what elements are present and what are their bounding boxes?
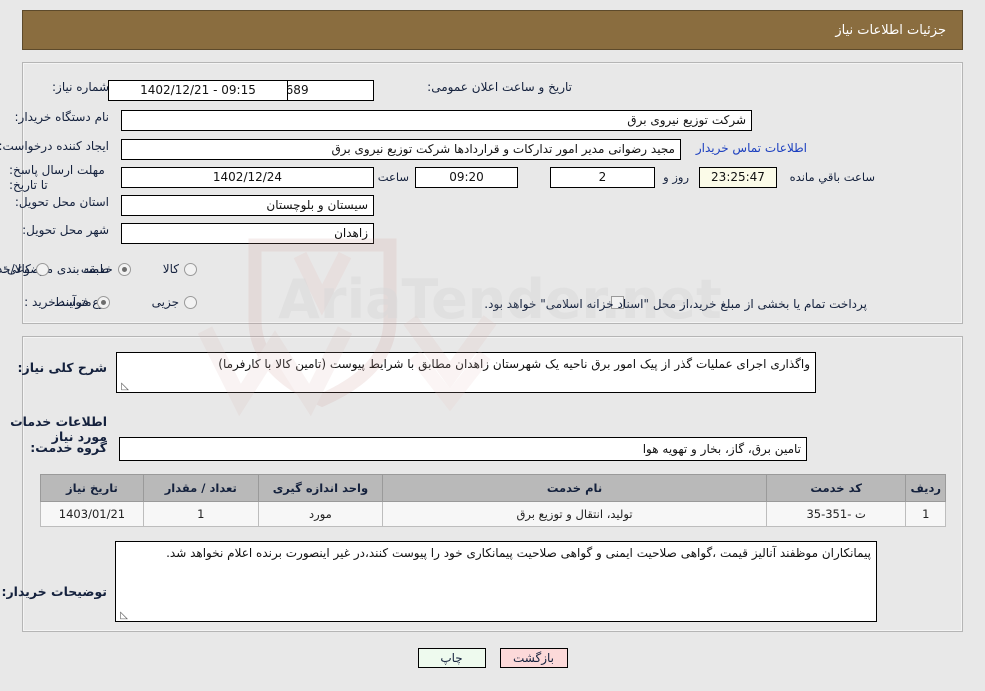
category-option-label: خدمت [80, 262, 113, 276]
table-column-header: نام خدمت [382, 474, 767, 502]
city-field[interactable]: زاهدان [121, 223, 374, 244]
resize-grip-icon[interactable]: ◺ [119, 382, 129, 392]
process-type-option-label: متوسط [53, 295, 92, 309]
table-column-header: ردیف [905, 474, 946, 502]
requester-row: ایجاد کننده درخواست: [0, 139, 109, 153]
radio-button-icon[interactable] [184, 262, 197, 276]
summary-text: واگذاری اجرای عملیات گذر از پیک امور برق… [218, 357, 810, 371]
table-cell-quantity: 1 [142, 501, 259, 527]
city-row: شهر محل تحویل: [22, 223, 109, 237]
process-type-option-0[interactable]: جزیی [152, 295, 197, 309]
requester-label: ایجاد کننده درخواست: [0, 139, 109, 153]
buyer-notes-label: توضیحات خریدار: [1, 584, 107, 599]
summary-textarea[interactable]: واگذاری اجرای عملیات گذر از پیک امور برق… [116, 352, 816, 393]
category-option-label: کالا/خدمت [0, 262, 31, 276]
service-group-label: گروه خدمت: [30, 440, 107, 455]
announce-datetime-row: تاریخ و ساعت اعلان عمومی: [427, 80, 572, 94]
hour-label: ساعت [377, 170, 409, 184]
treasury-note-label: پرداخت تمام یا بخشی از مبلغ خرید،از محل … [484, 297, 867, 311]
buyer-contact-link[interactable]: اطلاعات تماس خریدار [696, 141, 807, 155]
table-column-header: تاریخ نیاز [40, 474, 144, 502]
remaining-days-field[interactable]: 2 [550, 167, 655, 188]
deadline-time-field[interactable]: 09:20 [415, 167, 518, 188]
table-cell-service-name: تولید، انتقال و توزیع برق [382, 501, 767, 527]
category-radio-group[interactable]: کالا خدمت کالا/خدمت [0, 262, 197, 276]
buyer-org-field[interactable]: شرکت توزیع نیروی برق [121, 110, 752, 131]
deadline-label: مهلت ارسال پاسخ: تا تاریخ: [9, 163, 105, 192]
summary-label: شرح کلی نیاز: [17, 360, 107, 375]
buyer-org-row: نام دستگاه خریدار: [15, 110, 110, 124]
province-label: استان محل تحویل: [14, 195, 109, 209]
buyer-notes-text: پیمانکاران موظفند آنالیز قیمت ،گواهی صلا… [166, 546, 871, 560]
province-field[interactable]: سیستان و بلوچستان [121, 195, 374, 216]
table-column-header: تعداد / مقدار [142, 474, 259, 502]
table-header-row: ردیف کد خدمت نام خدمت واحد اندازه گیری تعداد… [40, 474, 946, 502]
radio-button-icon[interactable] [184, 295, 197, 309]
need-number-row: شماره نیاز: [52, 80, 109, 94]
province-row: استان محل تحویل: [15, 195, 109, 209]
city-label: شهر محل تحویل: [22, 223, 109, 237]
table-column-header: واحد اندازه گیری [257, 474, 384, 502]
service-group-field[interactable]: تامین برق، گاز، بخار و تهویه هوا [119, 437, 807, 461]
remaining-time-field: 23:25:47 [699, 167, 777, 188]
announce-datetime-label: تاریخ و ساعت اعلان عمومی: [427, 80, 572, 94]
service-table: ردیف کد خدمت نام خدمت واحد اندازه گیری تعداد… [40, 474, 946, 527]
table-cell-service-code: ت -351-35 [765, 501, 907, 527]
resize-grip-icon[interactable]: ◺ [118, 611, 128, 621]
process-type-radio-group[interactable]: جزیی متوسط [54, 295, 197, 309]
category-option-2[interactable]: کالا/خدمت [0, 262, 49, 276]
print-button[interactable]: چاپ [417, 648, 486, 668]
buyer-org-label: نام دستگاه خریدار: [14, 110, 110, 124]
need-number-label: شماره نیاز: [52, 80, 109, 94]
category-option-0[interactable]: کالا [163, 262, 197, 276]
back-button[interactable]: بازگشت [499, 648, 568, 668]
radio-button-icon[interactable] [96, 295, 110, 309]
announce-datetime-field[interactable]: 09:15 - 1402/12/21 [108, 80, 288, 101]
table-column-header: کد خدمت [765, 474, 907, 502]
need-info-panel [22, 62, 963, 324]
remaining-label: ساعت باقي مانده [789, 170, 875, 184]
days-label: روز و [663, 170, 689, 184]
category-option-label: کالا [162, 262, 179, 276]
table-cell-unit: مورد [257, 501, 384, 527]
page-header-bar: جزئیات اطلاعات نیاز [22, 10, 963, 50]
process-type-option-1[interactable]: متوسط [54, 295, 110, 309]
requester-field[interactable]: مجید رضوانی مدیر امور تدارکات و قرارداده… [121, 139, 681, 160]
table-cell-need-date: 1403/01/21 [40, 501, 144, 527]
page-title: جزئیات اطلاعات نیاز [835, 22, 946, 38]
deadline-date-field[interactable]: 1402/12/24 [121, 167, 374, 188]
radio-button-icon[interactable] [117, 262, 131, 276]
process-type-option-label: جزیی [151, 295, 179, 309]
buyer-notes-textarea[interactable]: پیمانکاران موظفند آنالیز قیمت ،گواهی صلا… [115, 541, 877, 622]
table-row: 1ت -351-35 تولید، انتقال و توزیع برق مورد 1… [40, 501, 946, 527]
footer-button-bar: بازگشت چاپ [0, 648, 985, 668]
table-cell-row-no: 1 [905, 501, 946, 527]
category-option-1[interactable]: خدمت [81, 262, 131, 276]
radio-button-icon[interactable] [35, 262, 49, 276]
